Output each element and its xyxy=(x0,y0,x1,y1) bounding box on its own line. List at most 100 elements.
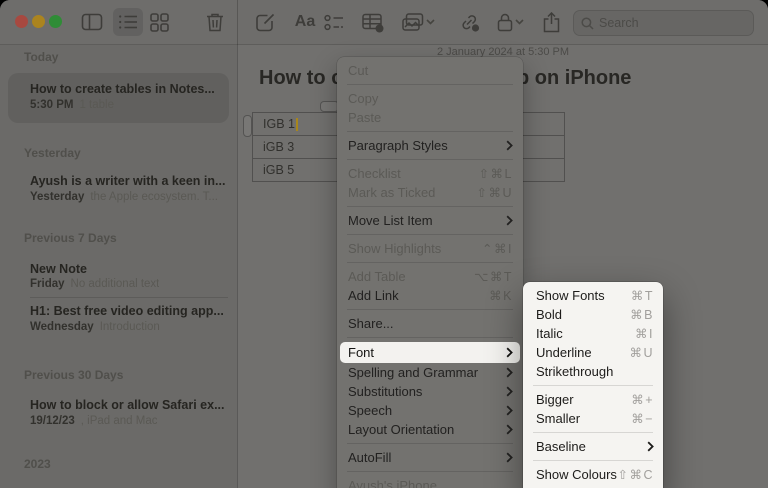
media-button[interactable] xyxy=(398,8,428,36)
submenu-item-show-fonts[interactable]: Show Fonts⌘T xyxy=(523,286,663,305)
section-header-2023: 2023 xyxy=(24,457,51,471)
menu-separator xyxy=(347,471,513,472)
menu-item-cut: Cut xyxy=(337,61,523,80)
menu-separator xyxy=(347,337,513,338)
section-header-previous-30-days: Previous 30 Days xyxy=(24,368,123,382)
font-submenu: Show Fonts⌘T Bold⌘B Italic⌘I Underline⌘U… xyxy=(523,282,663,488)
submenu-chevron-icon xyxy=(506,386,513,397)
menu-separator xyxy=(347,443,513,444)
link-icon xyxy=(458,12,480,32)
note-item-meta: 19/12/23, iPad and Mac xyxy=(30,415,157,427)
submenu-item-baseline[interactable]: Baseline xyxy=(523,437,663,456)
note-item-title[interactable]: Ayush is a writer with a keen in... xyxy=(30,174,225,188)
menu-item-paste: Paste xyxy=(337,108,523,127)
submenu-chevron-icon xyxy=(506,452,513,463)
format-aa-icon: Aa xyxy=(295,13,315,31)
sidebar-divider xyxy=(237,0,238,488)
sidebar-icon xyxy=(81,13,103,31)
search-input[interactable]: Search xyxy=(573,10,754,36)
menu-item-add-table: Add Table⌥⌘T xyxy=(337,267,523,286)
media-chevron-down-icon[interactable] xyxy=(426,19,435,25)
menu-item-font[interactable]: Font xyxy=(340,342,520,363)
submenu-chevron-icon xyxy=(506,140,513,151)
notes-window: Aa xyxy=(0,0,768,488)
add-link-button[interactable] xyxy=(454,8,484,36)
note-item-meta: FridayNo additional text xyxy=(30,278,159,290)
submenu-chevron-icon xyxy=(506,367,513,378)
menu-separator xyxy=(347,309,513,310)
trash-icon xyxy=(206,12,224,32)
text-caret xyxy=(296,118,298,131)
submenu-chevron-icon xyxy=(506,347,513,358)
menu-separator xyxy=(533,432,653,433)
checklist-button[interactable] xyxy=(319,8,349,36)
submenu-item-bigger[interactable]: Bigger⌘+ xyxy=(523,390,663,409)
close-window-button[interactable] xyxy=(15,15,28,28)
menu-item-copy: Copy xyxy=(337,89,523,108)
photos-icon xyxy=(402,13,424,32)
submenu-item-strikethrough[interactable]: Strikethrough xyxy=(523,362,663,381)
submenu-item-bold[interactable]: Bold⌘B xyxy=(523,305,663,324)
search-placeholder: Search xyxy=(599,16,639,30)
submenu-chevron-icon xyxy=(506,424,513,435)
section-header-previous-7-days: Previous 7 Days xyxy=(24,231,117,245)
submenu-item-show-colours[interactable]: Show Colours⇧⌘C xyxy=(523,465,663,484)
menu-item-move-list-item[interactable]: Move List Item xyxy=(337,211,523,230)
format-button[interactable]: Aa xyxy=(290,8,320,36)
submenu-item-underline[interactable]: Underline⌘U xyxy=(523,343,663,362)
delete-note-button[interactable] xyxy=(200,8,230,36)
menu-item-mark-as-ticked: Mark as Ticked⇧⌘U xyxy=(337,183,523,202)
menu-item-speech[interactable]: Speech xyxy=(337,401,523,420)
menu-item-ayushs-iphone: Ayush's iPhone xyxy=(337,476,523,488)
submenu-item-italic[interactable]: Italic⌘I xyxy=(523,324,663,343)
note-item-meta: 5:30 PM1 table xyxy=(30,99,114,111)
toggle-sidebar-button[interactable] xyxy=(77,8,107,36)
list-view-icon xyxy=(118,14,138,30)
lock-chevron-down-icon[interactable] xyxy=(515,19,524,25)
new-note-button[interactable] xyxy=(250,8,280,36)
note-divider xyxy=(30,297,228,298)
context-menu: Cut Copy Paste Paragraph Styles Checklis… xyxy=(337,57,523,488)
notes-list-sidebar: Today How to create tables in Notes... 5… xyxy=(0,45,237,488)
menu-separator xyxy=(347,84,513,85)
table-icon xyxy=(362,12,384,33)
zoom-window-button[interactable] xyxy=(49,15,62,28)
checklist-icon xyxy=(324,14,344,31)
gallery-view-icon xyxy=(150,13,169,32)
section-header-today: Today xyxy=(24,50,58,64)
submenu-item-smaller[interactable]: Smaller⌘− xyxy=(523,409,663,428)
menu-item-substitutions[interactable]: Substitutions xyxy=(337,382,523,401)
share-button[interactable] xyxy=(536,8,566,36)
minimize-window-button[interactable] xyxy=(32,15,45,28)
menu-separator xyxy=(347,131,513,132)
note-item-title[interactable]: New Note xyxy=(30,262,87,276)
menu-separator xyxy=(533,460,653,461)
lock-icon xyxy=(497,12,513,32)
note-item-title: How to create tables in Notes... xyxy=(30,82,215,96)
menu-item-share[interactable]: Share... xyxy=(337,314,523,333)
gallery-view-button[interactable] xyxy=(144,8,174,36)
menu-item-add-link[interactable]: Add Link⌘K xyxy=(337,286,523,305)
note-item-meta: WednesdayIntroduction xyxy=(30,321,160,333)
menu-item-spelling-and-grammar[interactable]: Spelling and Grammar xyxy=(337,363,523,382)
submenu-chevron-icon xyxy=(506,405,513,416)
menu-separator xyxy=(347,206,513,207)
share-icon xyxy=(543,12,560,33)
menu-separator xyxy=(347,262,513,263)
table-button[interactable] xyxy=(358,8,388,36)
menu-item-layout-orientation[interactable]: Layout Orientation xyxy=(337,420,523,439)
menu-item-autofill[interactable]: AutoFill xyxy=(337,448,523,467)
menu-separator xyxy=(347,234,513,235)
note-item-meta: Yesterdaythe Apple ecosystem. T... xyxy=(30,191,218,203)
note-item-title[interactable]: How to block or allow Safari ex... xyxy=(30,398,225,412)
menu-item-paragraph-styles[interactable]: Paragraph Styles xyxy=(337,136,523,155)
menu-item-show-highlights: Show Highlights⌃⌘I xyxy=(337,239,523,258)
menu-separator xyxy=(533,385,653,386)
toolbar: Aa xyxy=(0,0,768,45)
note-title-continued: p on iPhone xyxy=(517,67,631,90)
menu-separator xyxy=(347,159,513,160)
note-item-title[interactable]: H1: Best free video editing app... xyxy=(30,304,224,318)
table-row-handle[interactable] xyxy=(243,115,252,137)
list-view-button[interactable] xyxy=(113,8,143,36)
note-list-item-selected[interactable] xyxy=(8,73,229,123)
